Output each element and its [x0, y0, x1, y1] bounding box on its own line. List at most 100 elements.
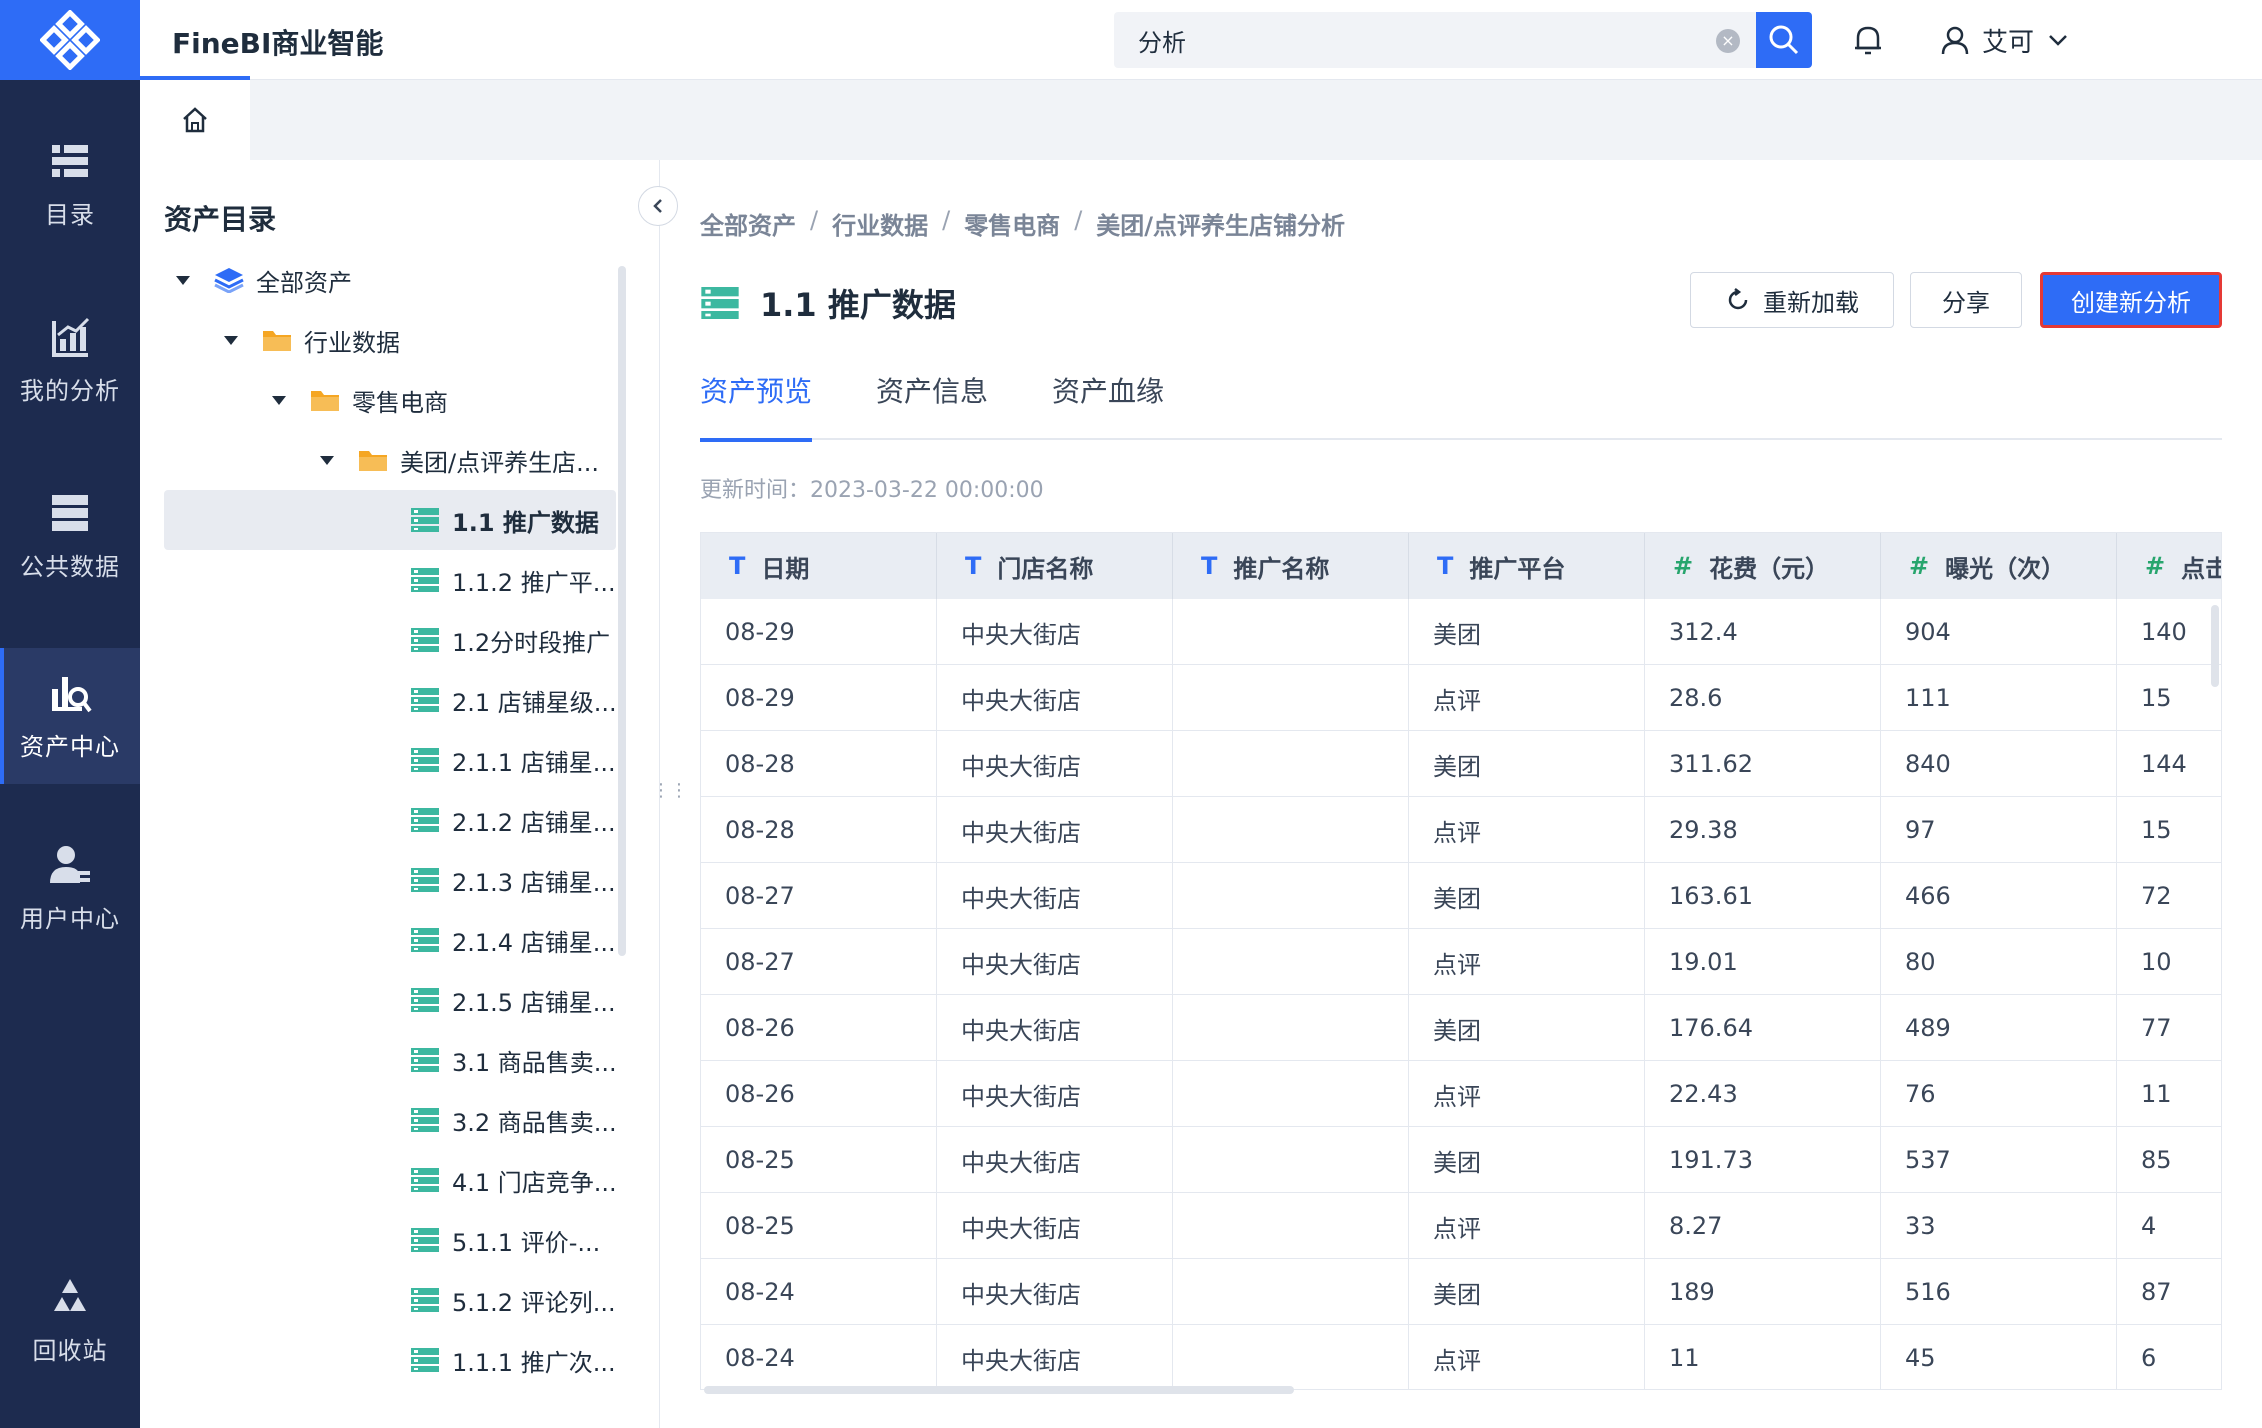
table-cell[interactable]: 6	[2117, 1325, 2221, 1389]
caret-down-icon[interactable]	[272, 395, 286, 405]
tree-item-dataset-selected[interactable]: 1.1 推广数据	[164, 490, 616, 550]
tree-item-retail-ecommerce[interactable]: 零售电商	[164, 370, 616, 430]
tree-scrollbar[interactable]	[618, 266, 626, 956]
table-cell[interactable]: 美团	[1409, 599, 1645, 665]
table-cell[interactable]: 中央大街店	[937, 1061, 1173, 1127]
table-cell[interactable]: 点评	[1409, 1325, 1645, 1389]
table-cell[interactable]: 中央大街店	[937, 797, 1173, 863]
table-cell[interactable]: 中央大街店	[937, 1325, 1173, 1389]
table-cell[interactable]: 144	[2117, 731, 2221, 797]
table-cell[interactable]: 08-24	[701, 1259, 937, 1325]
column-header[interactable]: T 推广平台	[1409, 533, 1645, 599]
nav-asset-center[interactable]: 资产中心	[0, 648, 140, 784]
tree-item-dataset[interactable]: 1.1.2 推广平...	[164, 550, 616, 610]
table-cell[interactable]: 111	[1881, 665, 2117, 731]
caret-down-icon[interactable]	[176, 275, 190, 285]
table-cell[interactable]: 11	[1645, 1325, 1881, 1389]
table-cell[interactable]: 中央大街店	[937, 1259, 1173, 1325]
table-cell[interactable]: 中央大街店	[937, 929, 1173, 995]
table-cell[interactable]: 08-25	[701, 1127, 937, 1193]
table-cell[interactable]: 312.4	[1645, 599, 1881, 665]
table-row[interactable]: 08-28 中央大街店 点评 29.38 97 15	[701, 797, 2221, 863]
bell-icon[interactable]	[1850, 22, 1886, 58]
table-cell[interactable]: 45	[1881, 1325, 2117, 1389]
table-cell[interactable]: 美团	[1409, 731, 1645, 797]
table-cell[interactable]: 85	[2117, 1127, 2221, 1193]
table-cell[interactable]: 163.61	[1645, 863, 1881, 929]
resize-handle-icon[interactable]: ⋮⋮	[652, 780, 688, 801]
table-cell[interactable]: 08-25	[701, 1193, 937, 1259]
table-cell[interactable]: 11	[2117, 1061, 2221, 1127]
table-cell[interactable]: 97	[1881, 797, 2117, 863]
tree-item-dataset[interactable]: 4.1 门店竞争...	[164, 1150, 617, 1210]
table-row[interactable]: 08-27 中央大街店 美团 163.61 466 72	[701, 863, 2221, 929]
table-cell[interactable]: 19.01	[1645, 929, 1881, 995]
table-cell[interactable]: 中央大街店	[937, 1127, 1173, 1193]
table-cell[interactable]: 美团	[1409, 1259, 1645, 1325]
table-row[interactable]: 08-26 中央大街店 美团 176.64 489 77	[701, 995, 2221, 1061]
reload-button[interactable]: 重新加载	[1690, 272, 1894, 328]
table-row[interactable]: 08-25 中央大街店 点评 8.27 33 4	[701, 1193, 2221, 1259]
create-analysis-button[interactable]: 创建新分析	[2040, 272, 2222, 328]
breadcrumb-item[interactable]: 行业数据	[832, 206, 928, 241]
table-cell[interactable]: 08-26	[701, 1061, 937, 1127]
table-cell[interactable]	[1173, 929, 1409, 995]
tree-item-dataset[interactable]: 2.1.2 店铺星...	[164, 790, 616, 850]
table-cell[interactable]: 537	[1881, 1127, 2117, 1193]
table-cell[interactable]	[1173, 599, 1409, 665]
caret-down-icon[interactable]	[320, 455, 334, 465]
table-cell[interactable]: 美团	[1409, 1127, 1645, 1193]
table-cell[interactable]: 中央大街店	[937, 1193, 1173, 1259]
table-cell[interactable]: 点评	[1409, 797, 1645, 863]
table-cell[interactable]: 点评	[1409, 665, 1645, 731]
column-header[interactable]: T 推广名称	[1173, 533, 1409, 599]
tree-item-dataset[interactable]: 2.1.3 店铺星...	[164, 850, 616, 910]
table-cell[interactable]: 140	[2117, 599, 2221, 665]
table-cell[interactable]: 516	[1881, 1259, 2117, 1325]
table-cell[interactable]: 中央大街店	[937, 599, 1173, 665]
table-row[interactable]: 08-26 中央大街店 点评 22.43 76 11	[701, 1061, 2221, 1127]
table-cell[interactable]	[1173, 863, 1409, 929]
table-cell[interactable]	[1173, 995, 1409, 1061]
tree-item-dataset[interactable]: 2.1 店铺星级...	[164, 670, 617, 730]
nav-my-analysis[interactable]: 我的分析	[0, 292, 140, 428]
table-cell[interactable]: 15	[2117, 797, 2221, 863]
table-cell[interactable]: 489	[1881, 995, 2117, 1061]
user-menu[interactable]: 艾可	[1940, 18, 2070, 62]
table-cell[interactable]: 10	[2117, 929, 2221, 995]
table-cell[interactable]: 08-29	[701, 599, 937, 665]
table-cell[interactable]	[1173, 1127, 1409, 1193]
tree-item-industry-data[interactable]: 行业数据	[164, 310, 616, 370]
tree-item-dataset[interactable]: 2.1.4 店铺星...	[164, 910, 616, 970]
tree-item-dataset[interactable]: 1.2分时段推广	[164, 610, 616, 670]
column-header[interactable]: # 点击	[2117, 533, 2221, 599]
caret-down-icon[interactable]	[224, 335, 238, 345]
table-cell[interactable]	[1173, 1061, 1409, 1127]
table-cell[interactable]: 08-28	[701, 731, 937, 797]
app-logo[interactable]	[0, 0, 140, 80]
table-cell[interactable]: 08-26	[701, 995, 937, 1061]
tree-item-dataset[interactable]: 2.1.1 店铺星...	[164, 730, 616, 790]
table-cell[interactable]: 840	[1881, 731, 2117, 797]
table-cell[interactable]: 15	[2117, 665, 2221, 731]
table-cell[interactable]: 80	[1881, 929, 2117, 995]
tree-item-meituan-folder[interactable]: 美团/点评养生店...	[164, 430, 616, 490]
table-cell[interactable]: 08-27	[701, 929, 937, 995]
breadcrumb-item[interactable]: 全部资产	[700, 206, 796, 241]
table-horizontal-scrollbar[interactable]	[704, 1386, 1294, 1394]
table-row[interactable]: 08-28 中央大街店 美团 311.62 840 144	[701, 731, 2221, 797]
table-cell[interactable]	[1173, 797, 1409, 863]
table-cell[interactable]: 8.27	[1645, 1193, 1881, 1259]
table-cell[interactable]: 中央大街店	[937, 863, 1173, 929]
table-row[interactable]: 08-29 中央大街店 美团 312.4 904 140	[701, 599, 2221, 665]
tab-asset-lineage[interactable]: 资产血缘	[1052, 370, 1164, 440]
table-cell[interactable]: 22.43	[1645, 1061, 1881, 1127]
tab-asset-info[interactable]: 资产信息	[876, 370, 988, 440]
search-input[interactable]	[1114, 12, 1694, 68]
table-cell[interactable]: 176.64	[1645, 995, 1881, 1061]
table-cell[interactable]: 中央大街店	[937, 731, 1173, 797]
nav-recycle-bin[interactable]: 回收站	[0, 1252, 140, 1388]
table-cell[interactable]: 77	[2117, 995, 2221, 1061]
table-cell[interactable]: 08-24	[701, 1325, 937, 1389]
table-cell[interactable]: 33	[1881, 1193, 2117, 1259]
